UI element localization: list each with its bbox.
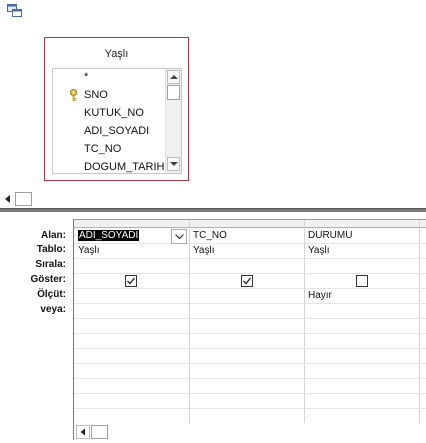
scrollbar-thumb[interactable]: [91, 425, 108, 439]
field-item-label: ADI_SOYADI: [84, 125, 150, 137]
column-separator[interactable]: [419, 220, 420, 428]
table-field-list-window[interactable]: Yaşlı * SNO KUTUK_NO ADI_SOYADI TC_NO DO…: [44, 37, 189, 181]
query-design-icon[interactable]: [7, 4, 23, 18]
arrow-up-icon[interactable]: [167, 70, 180, 84]
table-cell-column-3[interactable]: Yaşlı: [308, 243, 330, 258]
grid-row-line: [74, 243, 426, 244]
table-cell-column-1[interactable]: Yaşlı: [78, 243, 100, 258]
row-label-criteria: Ölçüt:: [37, 289, 66, 300]
row-label-or: veya:: [40, 304, 66, 315]
field-cell-column-3[interactable]: DURUMU: [308, 228, 352, 243]
grid-row-line: [74, 393, 426, 394]
field-list-scrollbar[interactable]: [165, 69, 181, 173]
arrow-left-icon[interactable]: [76, 425, 90, 439]
grid-row-line: [74, 258, 426, 259]
query-design-pane: Yaşlı * SNO KUTUK_NO ADI_SOYADI TC_NO DO…: [0, 0, 426, 208]
field-item-label: *: [84, 71, 89, 83]
field-item-dogum-tarih[interactable]: DOGUM_TARIH: [53, 159, 167, 173]
grid-row-line: [74, 378, 426, 379]
field-value[interactable]: ADI_SOYADI: [78, 230, 140, 241]
grid-row-line: [74, 348, 426, 349]
field-item-label: SNO: [84, 89, 108, 101]
show-checkbox-column-1[interactable]: [125, 275, 137, 287]
checkmark-icon: [127, 277, 136, 285]
chevron-down-icon: [175, 234, 184, 240]
field-item-sno[interactable]: SNO: [53, 87, 167, 104]
checkmark-icon: [243, 277, 252, 285]
field-item-label: TC_NO: [84, 143, 122, 155]
query-design-grid[interactable]: ADI_SOYADI Yaşlı TC_NO Yaşlı DURUMU Yaşl…: [73, 219, 426, 440]
column-selector-strip[interactable]: [74, 220, 426, 228]
row-label-table: Tablo:: [36, 244, 66, 255]
scrollbar-thumb[interactable]: [167, 85, 180, 100]
grid-row-line: [74, 303, 426, 304]
scrollbar-thumb[interactable]: [15, 192, 32, 206]
show-checkbox-column-2[interactable]: [241, 275, 253, 287]
field-cell-column-1[interactable]: ADI_SOYADI: [78, 228, 140, 243]
field-item-adi-soyadi[interactable]: ADI_SOYADI: [53, 123, 167, 140]
grid-row-line: [74, 363, 426, 364]
grid-row-line: [74, 288, 426, 289]
row-label-sort: Sırala:: [35, 259, 66, 270]
table-title: Yaşlı: [104, 48, 129, 60]
table-cell-column-2[interactable]: Yaşlı: [193, 243, 215, 258]
field-item-kutuk-no[interactable]: KUTUK_NO: [53, 105, 167, 122]
arrow-left-icon[interactable]: [1, 192, 15, 206]
primary-key-icon: [69, 89, 78, 102]
field-item-label: DOGUM_TARIH: [84, 161, 165, 173]
column-separator[interactable]: [304, 220, 305, 428]
field-cell-column-2[interactable]: TC_NO: [193, 228, 227, 243]
grid-row-line: [74, 318, 426, 319]
grid-row-line: [74, 408, 426, 409]
row-label-field: Alan:: [41, 230, 66, 241]
grid-row-line: [74, 333, 426, 334]
grid-scrollbar[interactable]: [74, 423, 426, 440]
field-dropdown-button[interactable]: [171, 229, 187, 244]
field-list[interactable]: * SNO KUTUK_NO ADI_SOYADI TC_NO DOGUM_TA…: [52, 68, 182, 174]
row-label-show: Göster:: [30, 274, 66, 285]
grid-row-line: [74, 273, 426, 274]
field-item-tc-no[interactable]: TC_NO: [53, 141, 167, 158]
criteria-cell-column-3[interactable]: Hayır: [308, 288, 332, 303]
pane-splitter[interactable]: [0, 208, 426, 212]
show-checkbox-column-3[interactable]: [356, 275, 368, 287]
field-item-all[interactable]: *: [53, 69, 167, 86]
arrow-down-icon[interactable]: [167, 157, 180, 171]
column-separator[interactable]: [189, 220, 190, 428]
field-item-label: KUTUK_NO: [84, 107, 144, 119]
